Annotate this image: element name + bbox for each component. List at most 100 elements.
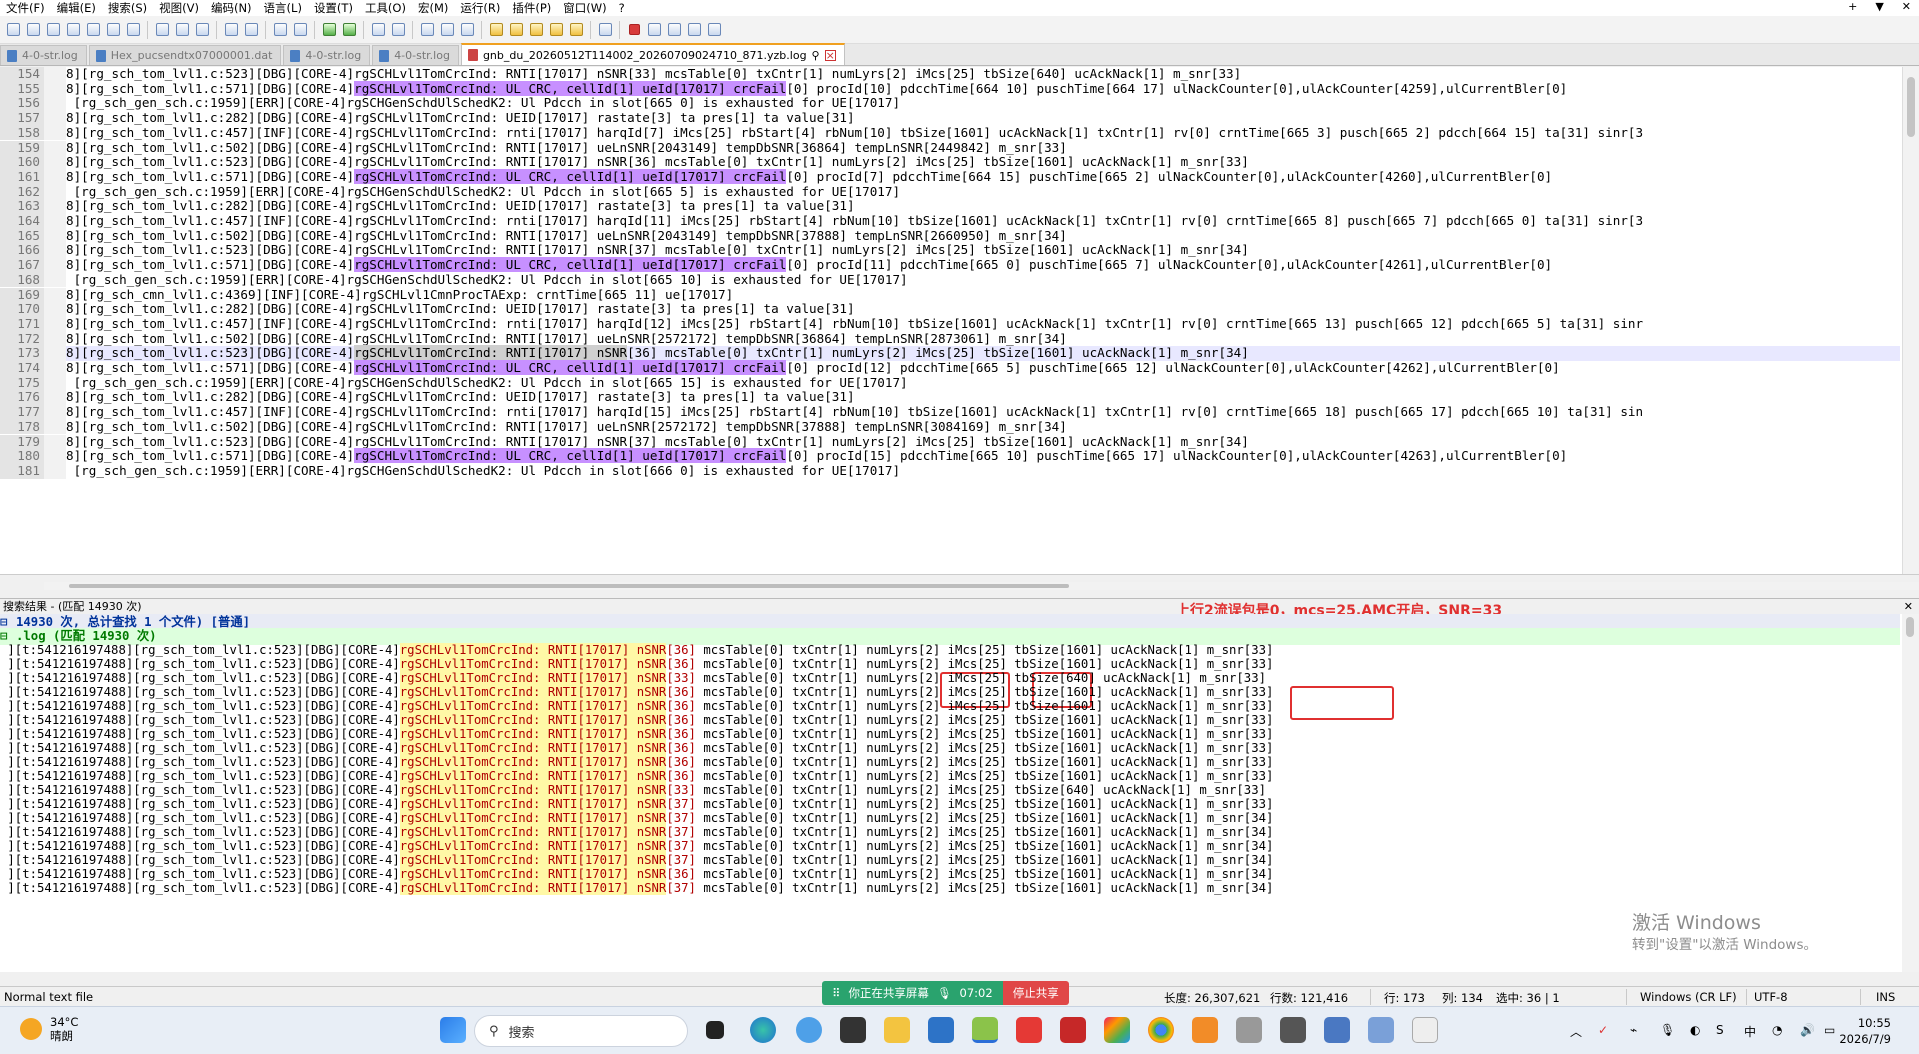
- screen-share-status[interactable]: ⠿ 你正在共享屏幕 🎙 07:02: [822, 981, 1003, 1005]
- save-macro-icon[interactable]: [705, 21, 723, 39]
- menu-item-5[interactable]: 语言(L): [258, 0, 308, 16]
- scroll-thumb[interactable]: [1906, 617, 1914, 637]
- file-tab-2[interactable]: 4-0-str.log: [283, 45, 371, 65]
- replace-icon[interactable]: [291, 21, 309, 39]
- lang-1-icon[interactable]: [487, 21, 505, 39]
- zoom-in-icon[interactable]: [320, 21, 338, 39]
- save-icon[interactable]: [44, 21, 62, 39]
- tray-chevron-icon[interactable]: ︿: [1570, 1023, 1582, 1040]
- weather-widget[interactable]: 34°C 晴朗: [20, 1015, 78, 1043]
- file-tab-0[interactable]: 4-0-str.log: [0, 45, 87, 65]
- paste-icon[interactable]: [193, 21, 211, 39]
- editor-line[interactable]: 176 8][rg_sch_tom_lvl1.c:282][DBG][CORE-4…: [0, 390, 1900, 406]
- editor-line[interactable]: 158 8][rg_sch_tom_lvl1.c:457][INF][CORE-4…: [0, 125, 1900, 141]
- copy-icon[interactable]: [173, 21, 191, 39]
- app-icon-3[interactable]: [928, 1017, 954, 1043]
- editor-line[interactable]: 157 8][rg_sch_tom_lvl1.c:282][DBG][CORE-4…: [0, 110, 1900, 126]
- windows-start-icon[interactable]: [440, 1017, 466, 1043]
- word-wrap-icon[interactable]: [418, 21, 436, 39]
- results-vertical-scrollbar[interactable]: [1902, 614, 1919, 972]
- editor-line[interactable]: 166 8][rg_sch_tom_lvl1.c:523][DBG][CORE-4…: [0, 243, 1900, 259]
- tray-mic-icon[interactable]: 🎙: [1660, 1023, 1675, 1037]
- editor-line[interactable]: 173 8][rg_sch_tom_lvl1.c:523][DBG][CORE-4…: [0, 345, 1900, 361]
- stop-macro-icon[interactable]: [645, 21, 663, 39]
- scroll-thumb[interactable]: [1907, 77, 1915, 137]
- run-macro-multi-icon[interactable]: [685, 21, 703, 39]
- result-row[interactable]: ][t:541216197488][rg_sch_tom_lvl1.c:523]…: [0, 880, 1900, 897]
- file-tab-3[interactable]: 4-0-str.log: [372, 45, 459, 65]
- editor-line[interactable]: 162 [rg_sch_gen_sch.c:1959][ERR][CORE-4]…: [0, 184, 1900, 200]
- scroll-thumb[interactable]: [69, 584, 1069, 588]
- editor-line[interactable]: 165 8][rg_sch_tom_lvl1.c:502][DBG][CORE-4…: [0, 228, 1900, 244]
- record-macro-icon[interactable]: [625, 21, 643, 39]
- tray-app2-icon[interactable]: ◐: [1690, 1023, 1700, 1037]
- menu-item-3[interactable]: 视图(V): [153, 0, 205, 16]
- lang-3-icon[interactable]: [527, 21, 545, 39]
- filezilla-icon[interactable]: [1060, 1017, 1086, 1043]
- close-icon[interactable]: [84, 21, 102, 39]
- app-icon-8[interactable]: [1324, 1017, 1350, 1043]
- menu-item-8[interactable]: 宏(M): [412, 0, 454, 16]
- file-explorer-icon[interactable]: [884, 1017, 910, 1043]
- open-file-icon[interactable]: [24, 21, 42, 39]
- app-icon-5[interactable]: [1192, 1017, 1218, 1043]
- editor-line[interactable]: 177 8][rg_sch_tom_lvl1.c:457][INF][CORE-4…: [0, 404, 1900, 420]
- sync-v-icon[interactable]: [369, 21, 387, 39]
- monitor-icon[interactable]: [596, 21, 614, 39]
- notepad-plus-plus-icon[interactable]: [972, 1017, 998, 1043]
- menu-item-9[interactable]: 运行(R): [454, 0, 506, 16]
- editor-line[interactable]: 159 8][rg_sch_tom_lvl1.c:502][DBG][CORE-4…: [0, 140, 1900, 156]
- lang-4-icon[interactable]: [547, 21, 565, 39]
- editor-line[interactable]: 154 8][rg_sch_tom_lvl1.c:523][DBG][CORE-4…: [0, 67, 1900, 82]
- app-icon-9[interactable]: [1368, 1017, 1394, 1043]
- editor-line[interactable]: 180 8][rg_sch_tom_lvl1.c:571][DBG][CORE-4…: [0, 448, 1900, 464]
- taskbar-clock[interactable]: 10:55 2026/7/9: [1839, 1015, 1891, 1047]
- taskbar-search-box[interactable]: ⚲ 搜索: [474, 1015, 688, 1047]
- close-tab-icon[interactable]: ×: [824, 49, 836, 61]
- editor-line[interactable]: 175 [rg_sch_gen_sch.c:1959][ERR][CORE-4]…: [0, 375, 1900, 391]
- tray-volume-icon[interactable]: 🔊: [1800, 1023, 1815, 1037]
- sync-h-icon[interactable]: [389, 21, 407, 39]
- indent-guide-icon[interactable]: [458, 21, 476, 39]
- new-file-icon[interactable]: [4, 21, 22, 39]
- app-icon-4[interactable]: [1104, 1017, 1130, 1043]
- menu-item-4[interactable]: 编码(N): [205, 0, 258, 16]
- app-icon-6[interactable]: [1236, 1017, 1262, 1043]
- menu-item-12[interactable]: ?: [613, 1, 631, 15]
- menu-item-1[interactable]: 编辑(E): [51, 0, 102, 16]
- editor-line[interactable]: 168 [rg_sch_gen_sch.c:1959][ERR][CORE-4]…: [0, 272, 1900, 288]
- editor-line[interactable]: 172 8][rg_sch_tom_lvl1.c:502][DBG][CORE-4…: [0, 331, 1900, 347]
- menu-item-6[interactable]: 设置(T): [308, 0, 359, 16]
- drag-handle-icon[interactable]: ⠿: [832, 986, 840, 1000]
- file-tab-4[interactable]: gnb_du_20260512T114002_20260709024710_87…: [460, 43, 845, 65]
- editor-line[interactable]: 171 8][rg_sch_tom_lvl1.c:457][INF][CORE-4…: [0, 316, 1900, 332]
- task-view-icon[interactable]: [706, 1021, 724, 1039]
- menu-item-2[interactable]: 搜索(S): [102, 0, 153, 16]
- menu-item-7[interactable]: 工具(O): [359, 0, 412, 16]
- window-control-0[interactable]: +: [1848, 0, 1857, 13]
- find-icon[interactable]: [271, 21, 289, 39]
- print-icon[interactable]: [124, 21, 142, 39]
- edge-browser-icon[interactable]: [750, 1017, 776, 1043]
- tray-ime-icon[interactable]: 中: [1744, 1023, 1756, 1040]
- tray-wifi-icon[interactable]: ◔: [1772, 1023, 1782, 1037]
- close-icon[interactable]: ✕: [1904, 599, 1913, 615]
- lang-2-icon[interactable]: [507, 21, 525, 39]
- wps-icon[interactable]: [1016, 1017, 1042, 1043]
- chrome-icon[interactable]: [1148, 1017, 1174, 1043]
- search-results-panel[interactable]: 激活 Windows 转到"设置"以激活 Windows。 ⊟ 14930 次, …: [0, 614, 1919, 972]
- editor-line[interactable]: 156 [rg_sch_gen_sch.c:1959][ERR][CORE-4]…: [0, 96, 1900, 112]
- window-control-1[interactable]: ▼: [1875, 0, 1883, 13]
- editor-line[interactable]: 174 8][rg_sch_tom_lvl1.c:571][DBG][CORE-4…: [0, 360, 1900, 376]
- editor-line[interactable]: 181 [rg_sch_gen_sch.c:1959][ERR][CORE-4]…: [0, 463, 1900, 479]
- tray-app-icon[interactable]: ✓: [1598, 1023, 1608, 1037]
- play-macro-icon[interactable]: [665, 21, 683, 39]
- show-all-icon[interactable]: [438, 21, 456, 39]
- app-icon-2[interactable]: [840, 1017, 866, 1043]
- redo-icon[interactable]: [242, 21, 260, 39]
- cut-icon[interactable]: [153, 21, 171, 39]
- editor-line[interactable]: 163 8][rg_sch_tom_lvl1.c:282][DBG][CORE-4…: [0, 198, 1900, 214]
- app-icon-10[interactable]: [1412, 1017, 1438, 1043]
- editor-vertical-scrollbar[interactable]: [1902, 67, 1919, 574]
- tray-battery-icon[interactable]: ▭: [1824, 1023, 1835, 1037]
